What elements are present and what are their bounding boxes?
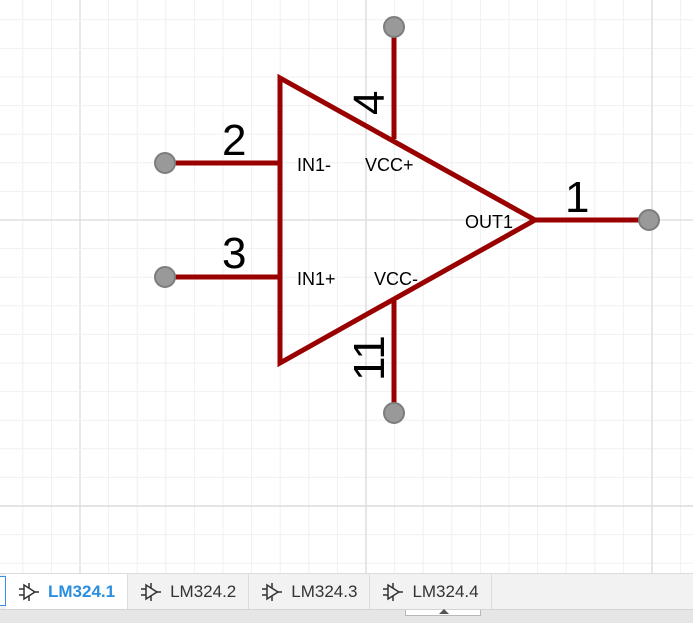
- pin-name-vcc-plus: VCC+: [365, 155, 414, 175]
- schematic-canvas[interactable]: 2 3 1 4 11 IN1- IN1+ VCC+ VCC- OUT1: [0, 0, 693, 573]
- tab-label: LM324.2: [170, 581, 237, 601]
- tab-label: LM324.4: [412, 581, 479, 601]
- pin-number-in-minus: 2: [222, 116, 246, 165]
- horizontal-scrollbar[interactable]: [0, 609, 693, 623]
- tab-lm324-3[interactable]: LM324.3: [249, 574, 371, 609]
- grid: [0, 0, 693, 573]
- pin-name-in-minus: IN1-: [297, 155, 331, 175]
- tab-lm324-1[interactable]: LM324.1: [6, 574, 129, 609]
- scrollbar-thumb[interactable]: [405, 609, 481, 616]
- opamp-icon: [18, 582, 40, 602]
- pin-number-vcc-minus: 11: [345, 335, 394, 381]
- tab-label: LM324.1: [48, 581, 116, 601]
- pin-end-in-minus[interactable]: [154, 152, 176, 174]
- tab-lm324-2[interactable]: LM324.2: [128, 574, 250, 609]
- pin-name-vcc-minus: VCC-: [374, 269, 418, 289]
- pin-end-vcc-minus[interactable]: [383, 402, 405, 424]
- pin-end-out[interactable]: [638, 209, 660, 231]
- pin-end-in-plus[interactable]: [154, 266, 176, 288]
- tab-lm324-4[interactable]: LM324.4: [370, 574, 492, 609]
- pin-number-vcc-plus: 4: [345, 91, 394, 115]
- pin-number-out: 1: [565, 173, 589, 222]
- pin-number-in-plus: 3: [222, 229, 246, 278]
- sheet-tab-bar: LM324.1 LM324.2 LM324.3 LM324.4: [0, 573, 693, 609]
- pin-name-out: OUT1: [465, 212, 513, 232]
- up-arrow-icon: [439, 609, 449, 614]
- pin-end-vcc-plus[interactable]: [383, 16, 405, 38]
- opamp-icon: [261, 582, 283, 602]
- opamp-icon: [382, 582, 404, 602]
- tab-label: LM324.3: [291, 581, 358, 601]
- opamp-icon: [140, 582, 162, 602]
- pin-name-in-plus: IN1+: [297, 269, 336, 289]
